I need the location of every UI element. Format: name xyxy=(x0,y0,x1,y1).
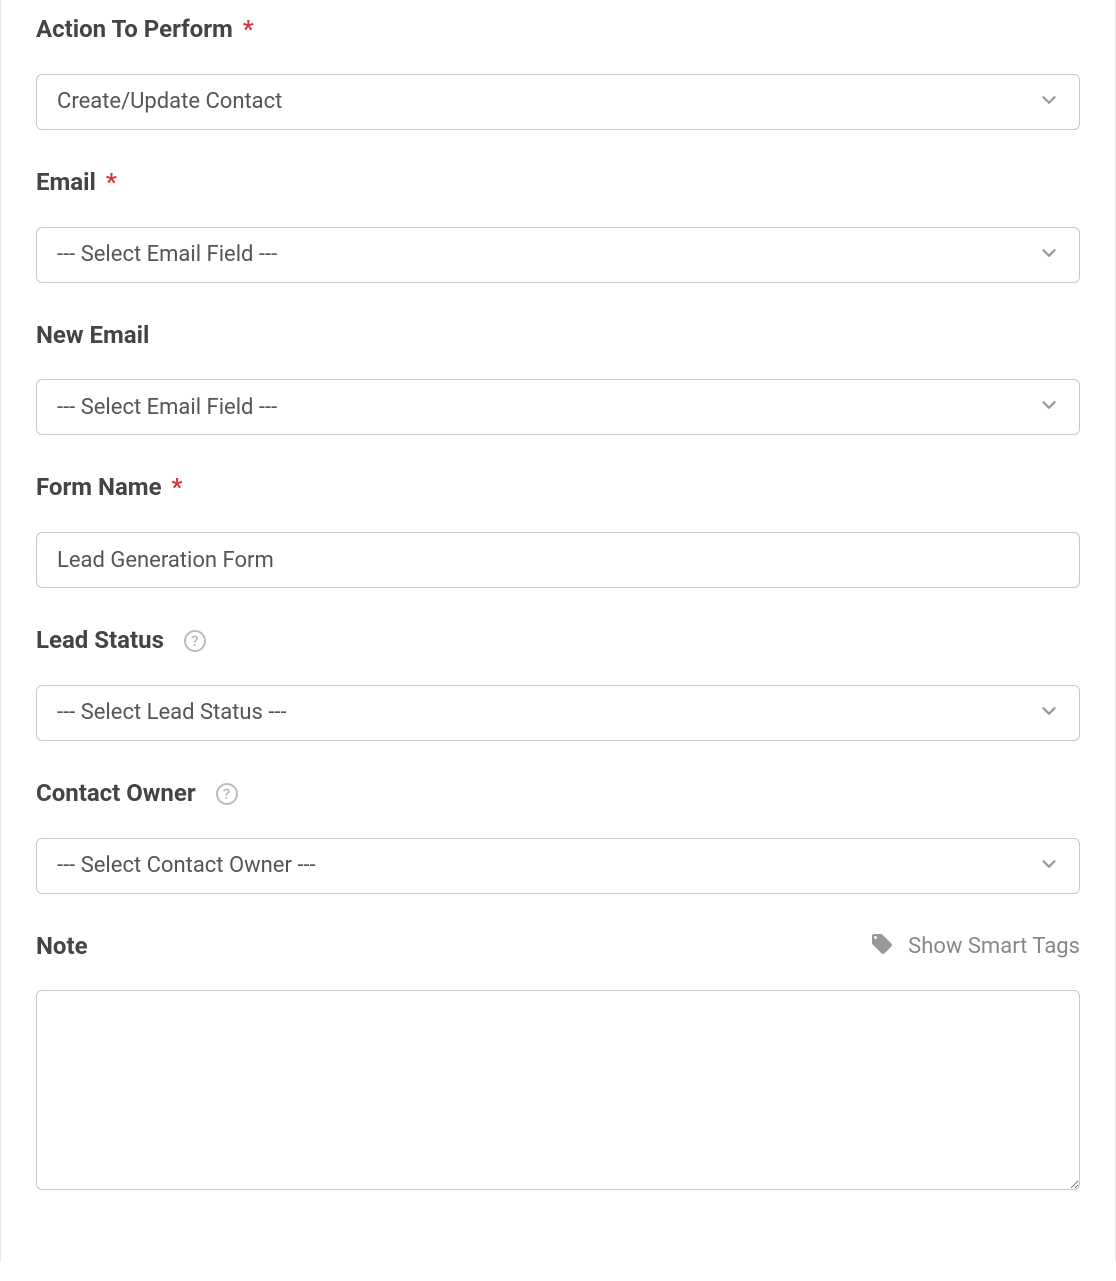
help-icon[interactable]: ? xyxy=(216,783,238,805)
required-asterisk: * xyxy=(243,15,254,43)
lead-status-select-wrapper: --- Select Lead Status --- xyxy=(36,685,1080,741)
email-label-text: Email xyxy=(36,168,96,196)
email-field-group: Email * --- Select Email Field --- xyxy=(36,168,1080,283)
form-name-label-text: Form Name xyxy=(36,473,162,501)
show-smart-tags-link[interactable]: Show Smart Tags xyxy=(870,932,1080,962)
email-label: Email * xyxy=(36,168,1080,197)
note-header: Note Show Smart Tags xyxy=(36,932,1080,962)
note-label-text: Note xyxy=(36,932,88,960)
action-label: Action To Perform * xyxy=(36,15,1080,44)
contact-owner-select[interactable]: --- Select Contact Owner --- xyxy=(36,838,1080,894)
lead-status-label: Lead Status ? xyxy=(36,626,1080,655)
contact-owner-label: Contact Owner ? xyxy=(36,779,1080,808)
new-email-label: New Email xyxy=(36,321,1080,350)
lead-status-field-group: Lead Status ? --- Select Lead Status --- xyxy=(36,626,1080,741)
action-select[interactable]: Create/Update Contact xyxy=(36,74,1080,130)
action-select-wrapper: Create/Update Contact xyxy=(36,74,1080,130)
note-field-group: Note Show Smart Tags xyxy=(36,932,1080,1194)
smart-tags-label: Show Smart Tags xyxy=(908,934,1080,959)
form-container: Action To Perform * Create/Update Contac… xyxy=(0,0,1116,1262)
form-name-input[interactable] xyxy=(36,532,1080,588)
contact-owner-label-text: Contact Owner xyxy=(36,779,196,807)
form-name-label: Form Name * xyxy=(36,473,1080,502)
note-textarea[interactable] xyxy=(36,990,1080,1190)
lead-status-select[interactable]: --- Select Lead Status --- xyxy=(36,685,1080,741)
email-select-wrapper: --- Select Email Field --- xyxy=(36,227,1080,283)
new-email-label-text: New Email xyxy=(36,321,149,349)
email-select[interactable]: --- Select Email Field --- xyxy=(36,227,1080,283)
action-label-text: Action To Perform xyxy=(36,15,233,43)
action-field-group: Action To Perform * Create/Update Contac… xyxy=(36,15,1080,130)
new-email-field-group: New Email --- Select Email Field --- xyxy=(36,321,1080,436)
required-asterisk: * xyxy=(106,168,117,196)
required-asterisk: * xyxy=(172,473,183,501)
new-email-select[interactable]: --- Select Email Field --- xyxy=(36,379,1080,435)
note-label: Note xyxy=(36,932,88,961)
new-email-select-wrapper: --- Select Email Field --- xyxy=(36,379,1080,435)
help-icon[interactable]: ? xyxy=(184,630,206,652)
contact-owner-select-wrapper: --- Select Contact Owner --- xyxy=(36,838,1080,894)
form-name-field-group: Form Name * xyxy=(36,473,1080,588)
contact-owner-field-group: Contact Owner ? --- Select Contact Owner… xyxy=(36,779,1080,894)
lead-status-label-text: Lead Status xyxy=(36,626,164,654)
tag-icon xyxy=(870,932,894,962)
